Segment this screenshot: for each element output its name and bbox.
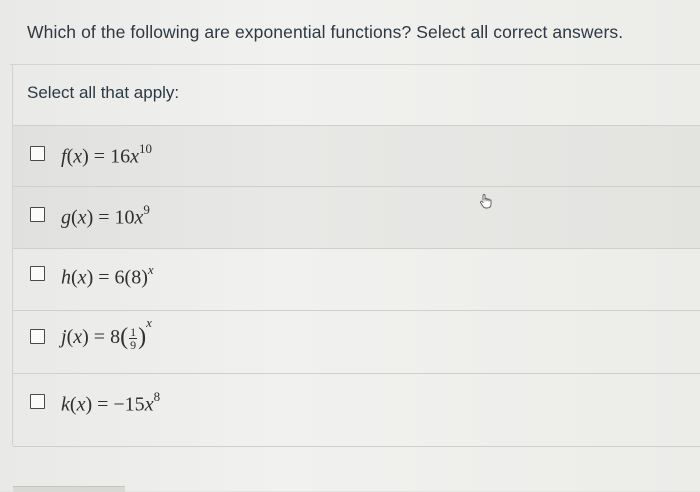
option-k-expression: k(x) = −15x8 — [61, 389, 161, 416]
fraction-numerator: 1 — [129, 324, 138, 339]
base: x — [144, 393, 154, 416]
function-var: x — [73, 326, 83, 348]
function-var: x — [73, 145, 83, 168]
exponent: 10 — [138, 141, 152, 156]
coefficient: 8 — [110, 326, 121, 348]
function-name: g — [61, 206, 71, 229]
bottom-tab — [13, 486, 125, 492]
question-text: Which of the following are exponential f… — [27, 22, 624, 42]
function-name: f — [61, 145, 67, 168]
divider — [13, 446, 700, 447]
exponent: 9 — [143, 202, 150, 217]
answer-option-k[interactable]: k(x) = −15x8 — [13, 373, 700, 446]
answer-option-g[interactable]: g(x) = 10x9 — [13, 186, 700, 248]
base: 8 — [131, 266, 142, 289]
answer-option-h[interactable]: h(x) = 6(8)x — [13, 248, 700, 310]
hand-pointer-icon — [480, 194, 492, 209]
checkbox-option-h[interactable] — [30, 266, 45, 281]
option-j-expression: j(x) = 8(1 9)x — [61, 315, 152, 352]
fraction-denominator: 9 — [130, 337, 137, 352]
option-g-expression: g(x) = 10x9 — [61, 202, 150, 229]
checkbox-option-j[interactable] — [30, 329, 45, 344]
select-all-label: Select all that apply: — [27, 83, 180, 102]
option-f-expression: f(x) = 16x10 — [61, 141, 152, 168]
function-var: x — [76, 393, 86, 416]
base: x — [130, 145, 139, 168]
exponent: x — [146, 315, 152, 331]
coefficient: 10 — [114, 206, 135, 229]
checkbox-option-k[interactable] — [30, 394, 45, 409]
coefficient: −15 — [113, 393, 145, 416]
function-var: x — [77, 266, 87, 289]
function-name: h — [61, 266, 71, 289]
question-panel: Which of the following are exponential f… — [0, 0, 700, 492]
function-var: x — [77, 206, 87, 229]
coefficient: 16 — [110, 145, 131, 168]
exponent: x — [147, 262, 154, 277]
fraction: 19 — [129, 324, 138, 352]
function-name: j — [61, 326, 67, 348]
exponent: 8 — [153, 389, 161, 404]
checkbox-option-f[interactable] — [30, 146, 45, 161]
checkbox-option-g[interactable] — [30, 207, 45, 222]
coefficient: 6 — [114, 266, 125, 289]
option-h-expression: h(x) = 6(8)x — [61, 262, 154, 289]
answer-option-j[interactable]: j(x) = 8(1 9)x — [13, 310, 700, 373]
answer-option-f[interactable]: f(x) = 16x10 — [13, 125, 700, 186]
function-name: k — [61, 393, 70, 416]
